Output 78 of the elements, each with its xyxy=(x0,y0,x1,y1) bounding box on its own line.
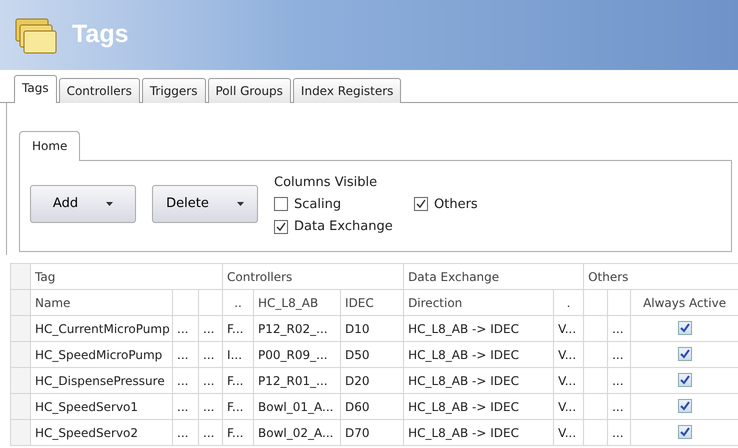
ribbon-tab[interactable]: Home xyxy=(19,131,80,161)
tab[interactable]: Triggers xyxy=(142,78,206,103)
table-cell: ... xyxy=(198,420,223,446)
table-cell: ... xyxy=(172,368,198,394)
table-cell: Bowl_01_A... xyxy=(254,394,341,420)
table-cell: V... xyxy=(554,394,584,420)
table-cell: F... xyxy=(222,420,254,446)
table-cell: P00_R09_... xyxy=(254,342,341,368)
tab[interactable]: Index Registers xyxy=(292,78,402,103)
table-cell: HC_CurrentMicroPump xyxy=(30,316,172,342)
window-title: Tags xyxy=(72,19,128,50)
caret-icon xyxy=(106,202,114,206)
table-cell: ... xyxy=(608,394,631,420)
table-cell: HC_L8_AB -> IDEC xyxy=(404,394,554,420)
table-cell: F... xyxy=(222,368,254,394)
checkbox[interactable] xyxy=(274,220,288,234)
group-header: Others xyxy=(584,264,738,290)
column-header[interactable]: .. xyxy=(222,290,254,316)
table-cell: Bowl_02_A... xyxy=(254,420,341,446)
table-cell: HC_L8_AB -> IDEC xyxy=(404,420,554,446)
table-cell: D10 xyxy=(340,316,404,342)
table-cell: F... xyxy=(222,316,254,342)
table-cell: D60 xyxy=(340,394,404,420)
table-cell: D50 xyxy=(340,342,404,368)
table-cell: F... xyxy=(222,394,254,420)
table-cell: D20 xyxy=(340,368,404,394)
checkbox[interactable] xyxy=(274,197,288,212)
group-header: Controllers xyxy=(222,264,404,290)
dropdown-button[interactable]: Delete xyxy=(152,185,258,223)
table-cell: ... xyxy=(608,420,631,446)
table-cell: ... xyxy=(198,342,223,368)
table-cell: HC_DispensePressure xyxy=(30,368,172,394)
checkbox-label: Others xyxy=(434,196,478,214)
checkbox[interactable] xyxy=(678,398,692,412)
tab[interactable]: Poll Groups xyxy=(208,78,291,103)
checkbox[interactable] xyxy=(678,424,692,438)
table-cell: HC_L8_AB -> IDEC xyxy=(404,368,554,394)
table-cell: V... xyxy=(554,316,584,342)
column-header[interactable]: Direction xyxy=(404,290,554,316)
group-header: Tag xyxy=(30,264,223,290)
table-cell: V... xyxy=(554,420,584,446)
tab[interactable]: Tags xyxy=(14,75,57,103)
checkbox[interactable] xyxy=(678,346,692,360)
table-cell: V... xyxy=(554,342,584,368)
table-cell: ... xyxy=(198,368,223,394)
table-cell: ... xyxy=(172,316,198,342)
checkbox-label: Scaling xyxy=(294,196,342,214)
table-cell: ... xyxy=(198,316,223,342)
table-cell: HC_L8_AB -> IDEC xyxy=(404,342,554,368)
table-cell: ... xyxy=(608,316,631,342)
checkbox[interactable] xyxy=(414,197,428,212)
table-cell: ... xyxy=(608,368,631,394)
group-header: Data Exchange xyxy=(404,264,584,290)
table-cell: D70 xyxy=(340,420,404,446)
table-cell: ... xyxy=(608,342,631,368)
table-cell: ... xyxy=(172,420,198,446)
checkbox-label: Data Exchange xyxy=(294,218,393,236)
column-header[interactable]: IDEC xyxy=(340,290,404,316)
table-cell: ... xyxy=(172,394,198,420)
checkbox[interactable] xyxy=(678,320,692,334)
table-cell: I... xyxy=(222,342,254,368)
table-cell: HC_SpeedServo1 xyxy=(30,394,172,420)
tab[interactable]: Controllers xyxy=(58,78,140,103)
table-cell: P12_R02_... xyxy=(254,316,341,342)
checkbox[interactable] xyxy=(678,372,692,386)
table-cell: HC_SpeedServo2 xyxy=(30,420,172,446)
section-label: Columns Visible xyxy=(274,174,378,192)
table-cell: P12_R01_... xyxy=(254,368,341,394)
table-cell: ... xyxy=(172,342,198,368)
table-cell: ... xyxy=(198,394,223,420)
caret-icon xyxy=(236,202,244,206)
column-header[interactable]: . xyxy=(554,290,584,316)
table-cell: V... xyxy=(554,368,584,394)
table-cell: HC_L8_AB -> IDEC xyxy=(404,316,554,342)
column-header[interactable]: Name xyxy=(30,290,172,316)
table-cell: HC_SpeedMicroPump xyxy=(30,342,172,368)
column-header[interactable]: HC_L8_AB xyxy=(254,290,341,316)
dropdown-button[interactable]: Add xyxy=(30,185,136,223)
